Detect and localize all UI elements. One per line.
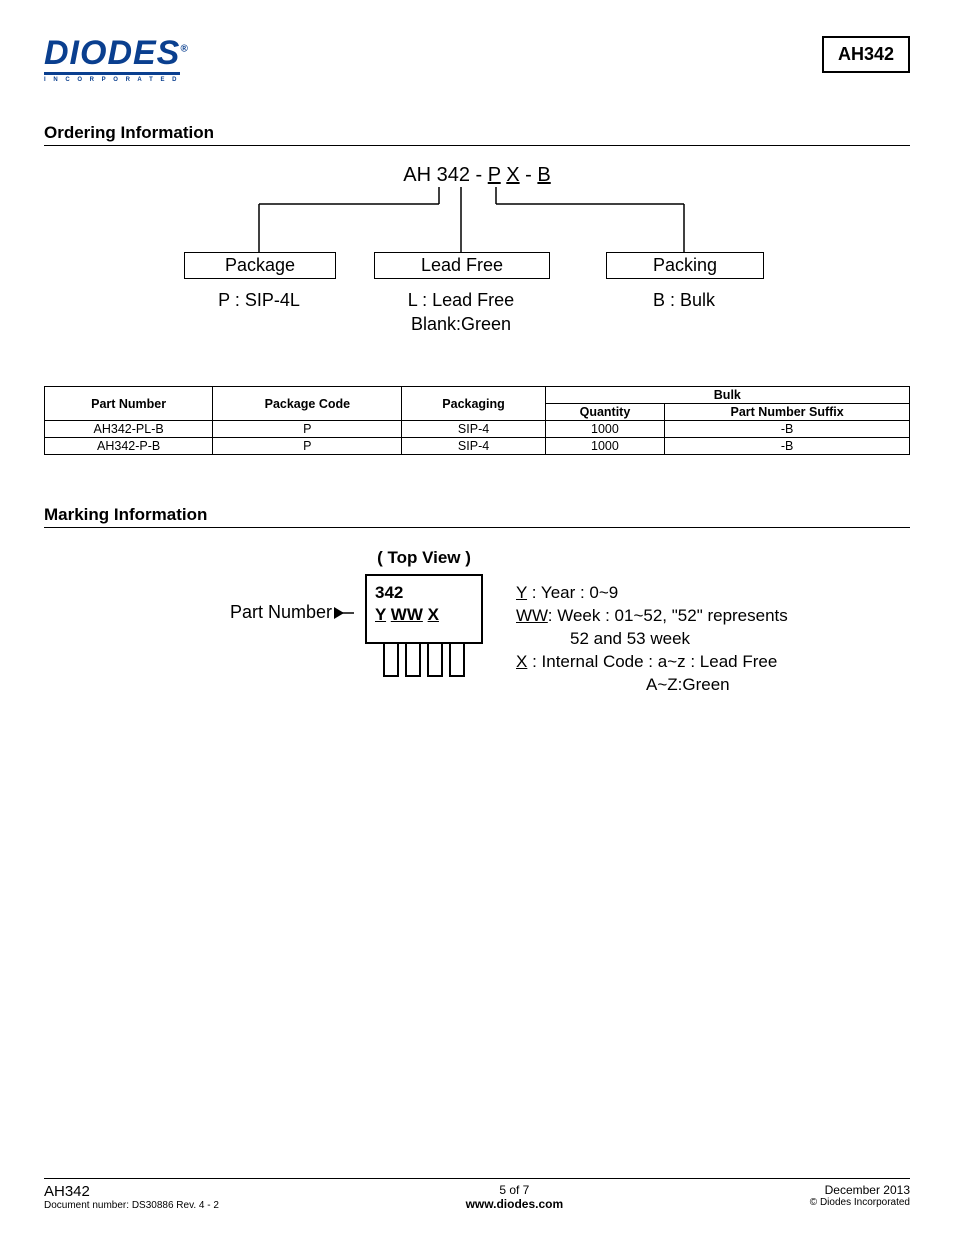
th-package-code: Package Code [213, 387, 402, 421]
topview-label: ( Top View ) [344, 548, 504, 568]
chip-outline: 342 Y WW X [365, 574, 483, 644]
diagram-label-l1: L : Lead Free [374, 290, 548, 311]
chip-leads [344, 643, 504, 677]
marking-pn-label: Part Number [44, 548, 344, 623]
table-row: AH342-P-B P SIP-4 1000 -B [45, 438, 910, 455]
footer-page: 5 of 7 [219, 1183, 810, 1197]
th-bulk: Bulk [545, 387, 909, 404]
table-row: AH342-PL-B P SIP-4 1000 -B [45, 421, 910, 438]
th-quantity: Quantity [545, 404, 665, 421]
marking-section-title: Marking Information [44, 505, 910, 528]
footer-doc: Document number: DS30886 Rev. 4 - 2 [44, 1200, 219, 1211]
page-header: DIODES® I N C O R P O R A T E D AH342 [44, 36, 910, 83]
page-footer: AH342 Document number: DS30886 Rev. 4 - … [44, 1178, 910, 1211]
ordering-section-title: Ordering Information [44, 123, 910, 146]
footer-part: AH342 [44, 1183, 219, 1200]
ordering-table: Part Number Package Code Packaging Bulk … [44, 386, 910, 455]
company-logo: DIODES® I N C O R P O R A T E D [44, 36, 189, 83]
chip-line1: 342 [375, 582, 473, 604]
diagram-box-package: Package [184, 252, 336, 279]
footer-copyright: © Diodes Incorporated [810, 1197, 910, 1208]
footer-date: December 2013 [810, 1183, 910, 1197]
footer-url: www.diodes.com [466, 1197, 564, 1211]
th-suffix: Part Number Suffix [665, 404, 910, 421]
th-packaging: Packaging [402, 387, 545, 421]
chip-line2: Y WW X [375, 604, 473, 626]
marking-legend: Y : Year : 0~9 WW: Week : 01~52, "52" re… [504, 548, 910, 697]
logo-text: DIODES [44, 36, 180, 75]
footer-center: 5 of 7 www.diodes.com [219, 1183, 810, 1211]
marking-diagram: Part Number ( Top View ) 342 Y WW X Y : … [44, 548, 910, 697]
diagram-box-leadfree: Lead Free [374, 252, 550, 279]
diagram-label-p: P : SIP-4L [184, 290, 334, 311]
part-number-box: AH342 [822, 36, 910, 73]
th-part-number: Part Number [45, 387, 213, 421]
diagram-label-l2: Blank:Green [374, 314, 548, 335]
ordering-diagram: AH 342 - P X - B Package Lead Free Packi… [44, 164, 910, 364]
marking-chip: ( Top View ) 342 Y WW X [344, 548, 504, 677]
diagram-box-packing: Packing [606, 252, 764, 279]
footer-left: AH342 Document number: DS30886 Rev. 4 - … [44, 1183, 219, 1211]
diagram-label-b: B : Bulk [606, 290, 762, 311]
footer-right: December 2013 © Diodes Incorporated [810, 1183, 910, 1211]
logo-subtitle: I N C O R P O R A T E D [44, 77, 189, 83]
